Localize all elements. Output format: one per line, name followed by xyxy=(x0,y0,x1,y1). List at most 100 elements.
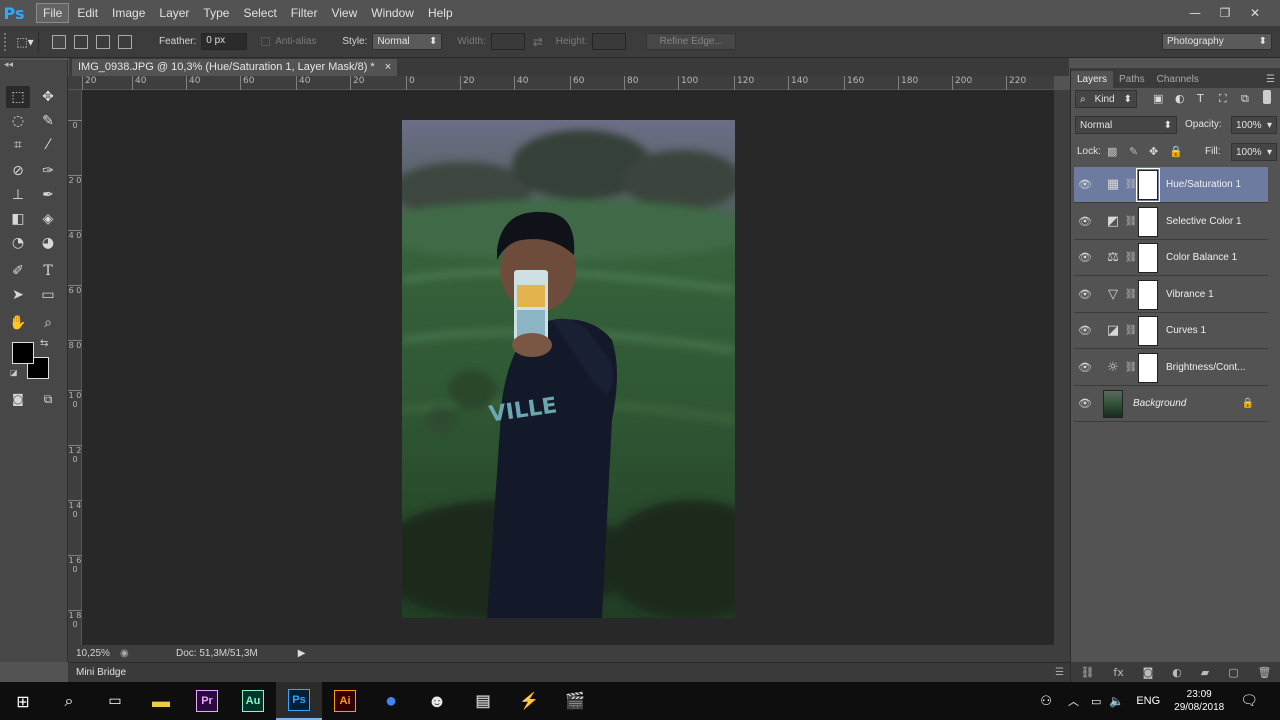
eyedropper-tool-icon[interactable]: ⁄ xyxy=(36,134,60,156)
eye-visibility-icon[interactable]: 👁 xyxy=(1074,288,1096,301)
fill-input[interactable]: 100% ▾ xyxy=(1231,143,1277,161)
healing-brush-tool-icon[interactable]: ⊘ xyxy=(6,160,30,182)
feather-input[interactable]: 0 px xyxy=(201,33,248,50)
eye-visibility-icon[interactable]: 👁 xyxy=(1074,178,1096,191)
layer-mask-thumbnail[interactable] xyxy=(1138,206,1158,237)
layer-mask-thumbnail[interactable] xyxy=(1136,167,1160,202)
battery-icon[interactable]: ▭ xyxy=(1091,695,1101,708)
eye-visibility-icon[interactable]: 👁 xyxy=(1074,324,1096,337)
paint-bucket-tool-icon[interactable]: ◈ xyxy=(36,208,60,230)
lock-all-icon[interactable]: 🔒 xyxy=(1169,145,1183,158)
layer-row-hue-saturation[interactable]: 👁 ▦ ⛓ Hue/Saturation 1 xyxy=(1074,167,1268,203)
layer-name[interactable]: Hue/Saturation 1 xyxy=(1166,179,1241,190)
history-brush-tool-icon[interactable]: ✒ xyxy=(36,184,60,206)
chain-link-icon[interactable]: ⛓ xyxy=(1124,179,1138,190)
height-input[interactable] xyxy=(592,33,627,50)
vertical-scrollbar[interactable] xyxy=(1054,90,1070,645)
quick-mask-icon[interactable]: ◙ xyxy=(6,388,30,410)
dodge-tool-icon[interactable]: ◕ xyxy=(36,232,60,254)
filter-adjustment-icon[interactable]: ◐ xyxy=(1175,92,1185,105)
eye-visibility-icon[interactable]: 👁 xyxy=(1074,397,1096,410)
menu-filter[interactable]: Filter xyxy=(285,4,324,22)
workspace-select[interactable]: Photography ⬍ xyxy=(1162,33,1272,50)
swap-dimensions-icon[interactable]: ⇄ xyxy=(525,35,551,49)
rectangular-marquee-tool-icon[interactable]: ⬚ xyxy=(6,86,30,108)
add-selection-icon[interactable] xyxy=(74,34,88,49)
tab-channels[interactable]: Channels xyxy=(1151,71,1205,88)
layer-mask-thumbnail[interactable] xyxy=(1138,242,1158,273)
subtract-selection-icon[interactable] xyxy=(96,34,110,49)
status-info-icon[interactable]: ◉ xyxy=(120,648,136,659)
layer-mask-thumbnail[interactable] xyxy=(1138,315,1158,346)
chevron-up-icon[interactable]: ︿ xyxy=(1068,693,1079,709)
close-document-icon[interactable]: × xyxy=(385,61,391,75)
type-tool-icon[interactable]: T xyxy=(36,260,60,282)
filter-smart-icon[interactable]: ⧉ xyxy=(1241,92,1249,106)
layer-row-vibrance[interactable]: 👁 ▽ ⛓ Vibrance 1 xyxy=(1074,277,1268,313)
menu-edit[interactable]: Edit xyxy=(71,4,104,22)
layer-row-selective-color[interactable]: 👁 ◩ ⛓ Selective Color 1 xyxy=(1074,204,1268,240)
layer-row-curves[interactable]: 👁 ◪ ⛓ Curves 1 xyxy=(1074,313,1268,349)
menu-help[interactable]: Help xyxy=(422,4,459,22)
search-button[interactable]: ⌕ xyxy=(46,682,92,720)
chain-link-icon[interactable]: ⛓ xyxy=(1124,362,1138,373)
clone-stamp-tool-icon[interactable]: ⊥ xyxy=(6,184,30,206)
default-colors-icon[interactable]: ◪ xyxy=(10,368,18,377)
new-adjustment-icon[interactable]: ◐ xyxy=(1172,666,1182,679)
taskbar-app-movie-maker[interactable]: 🎬 xyxy=(552,682,598,720)
layer-style-icon[interactable]: fx xyxy=(1113,666,1123,679)
trash-icon[interactable]: 🗑 xyxy=(1258,666,1272,679)
start-button[interactable]: ⊞ xyxy=(0,682,46,720)
filter-kind-select[interactable]: ⌕ Kind ⬍ xyxy=(1075,90,1137,108)
chain-link-icon[interactable]: ⛓ xyxy=(1124,216,1138,227)
panel-collapse-icon[interactable]: ◂◂ xyxy=(4,60,13,70)
taskbar-app-dark[interactable]: ▤ xyxy=(460,682,506,720)
antialias-checkbox[interactable] xyxy=(261,37,271,46)
eye-visibility-icon[interactable]: 👁 xyxy=(1074,215,1096,228)
chain-link-icon[interactable]: ⛓ xyxy=(1124,289,1138,300)
layer-name[interactable]: Background xyxy=(1133,398,1242,409)
document-tab[interactable]: IMG_0938.JPG @ 10,3% (Hue/Saturation 1, … xyxy=(72,59,398,77)
lock-image-icon[interactable]: ✎ xyxy=(1129,145,1138,158)
zoom-level[interactable]: 10,25% xyxy=(76,648,120,659)
menu-type[interactable]: Type xyxy=(197,4,235,22)
filter-type-icon[interactable]: T xyxy=(1197,92,1204,105)
style-select[interactable]: Normal ⬍ xyxy=(372,33,443,50)
filter-pixel-icon[interactable]: ▣ xyxy=(1153,92,1163,105)
layer-name[interactable]: Curves 1 xyxy=(1166,325,1206,336)
layer-name[interactable]: Vibrance 1 xyxy=(1166,289,1214,300)
quick-selection-tool-icon[interactable]: ✎ xyxy=(36,110,60,132)
crop-tool-icon[interactable]: ⌗ xyxy=(6,134,30,156)
link-layers-icon[interactable]: ⛓ xyxy=(1080,666,1094,679)
layer-mask-thumbnail[interactable] xyxy=(1138,279,1158,310)
new-group-icon[interactable]: ▰ xyxy=(1201,666,1209,679)
layer-name[interactable]: Selective Color 1 xyxy=(1166,216,1242,227)
eraser-tool-icon[interactable]: ◧ xyxy=(6,208,30,230)
swap-colors-icon[interactable]: ⇆ xyxy=(40,338,48,349)
hand-tool-icon[interactable]: ✋ xyxy=(6,312,30,334)
notification-icon[interactable]: 🗨 xyxy=(1240,693,1258,709)
add-mask-icon[interactable]: ◙ xyxy=(1143,666,1154,679)
filter-toggle-icon[interactable] xyxy=(1263,90,1271,104)
chain-link-icon[interactable]: ⛓ xyxy=(1124,252,1138,263)
minimize-button[interactable]: — xyxy=(1180,3,1210,23)
blur-tool-icon[interactable]: ◔ xyxy=(6,232,30,254)
tab-paths[interactable]: Paths xyxy=(1113,71,1151,88)
lasso-tool-icon[interactable]: ◌ xyxy=(6,110,30,132)
taskbar-app-illustrator[interactable]: Ai xyxy=(322,682,368,720)
zoom-tool-icon[interactable]: ⌕ xyxy=(36,312,60,334)
taskbar-app-photoshop[interactable]: Ps xyxy=(276,682,322,720)
lock-position-icon[interactable]: ✥ xyxy=(1149,145,1158,158)
eye-visibility-icon[interactable]: 👁 xyxy=(1074,361,1096,374)
lock-transparent-icon[interactable]: ▩ xyxy=(1107,145,1117,158)
chain-link-icon[interactable]: ⛓ xyxy=(1124,325,1138,336)
layer-row-background[interactable]: 👁 Background 🔒 xyxy=(1074,386,1268,422)
panel-menu-icon[interactable]: ☰ xyxy=(1260,71,1280,88)
screen-mode-icon[interactable]: ⧉ xyxy=(36,388,60,410)
path-selection-tool-icon[interactable]: ➤ xyxy=(6,284,30,306)
refine-edge-button[interactable]: Refine Edge... xyxy=(646,33,736,50)
tab-layers[interactable]: Layers xyxy=(1071,71,1114,88)
eye-visibility-icon[interactable]: 👁 xyxy=(1074,251,1096,264)
layer-name[interactable]: Brightness/Cont... xyxy=(1166,362,1245,373)
mini-bridge-tab[interactable]: Mini Bridge xyxy=(76,667,126,678)
